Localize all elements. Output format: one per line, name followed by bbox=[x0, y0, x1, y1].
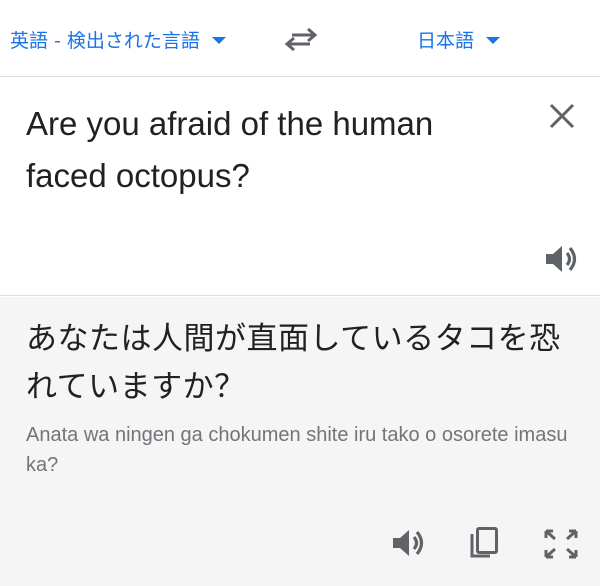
clear-button[interactable] bbox=[546, 100, 578, 132]
fullscreen-button[interactable] bbox=[543, 527, 579, 561]
translation-text: あなたは人間が直面しているタコを恐れていますか？ bbox=[26, 321, 561, 405]
translation-panel: あなたは人間が直面しているタコを恐れていますか？ Anata wa ningen… bbox=[0, 297, 600, 586]
source-listen-button[interactable] bbox=[543, 242, 579, 276]
copy-icon bbox=[470, 527, 498, 558]
fullscreen-icon bbox=[544, 529, 578, 559]
chevron-down-icon bbox=[486, 36, 501, 44]
speaker-icon bbox=[393, 530, 424, 556]
source-text-input[interactable]: Are you afraid of the human faced octopu… bbox=[26, 98, 506, 202]
source-language-selector[interactable]: 英語 - 検出された言語 bbox=[10, 22, 226, 56]
translation-listen-button[interactable] bbox=[390, 526, 426, 560]
speaker-icon bbox=[546, 246, 577, 272]
copy-button[interactable] bbox=[466, 526, 500, 562]
close-icon bbox=[549, 103, 575, 129]
source-panel: Are you afraid of the human faced octopu… bbox=[0, 78, 600, 296]
chevron-down-icon bbox=[211, 36, 226, 44]
romanization-text: Anata wa ningen ga chokumen shite iru ta… bbox=[26, 424, 568, 476]
target-language-selector[interactable]: 日本語 bbox=[417, 22, 501, 56]
swap-languages-button[interactable] bbox=[282, 24, 320, 54]
language-bar: 英語 - 検出された言語 日本語 bbox=[0, 0, 600, 77]
target-language-label: 日本語 bbox=[417, 29, 475, 52]
source-language-label: 英語 - 検出された言語 bbox=[10, 29, 200, 52]
swap-arrows-icon bbox=[284, 27, 318, 52]
